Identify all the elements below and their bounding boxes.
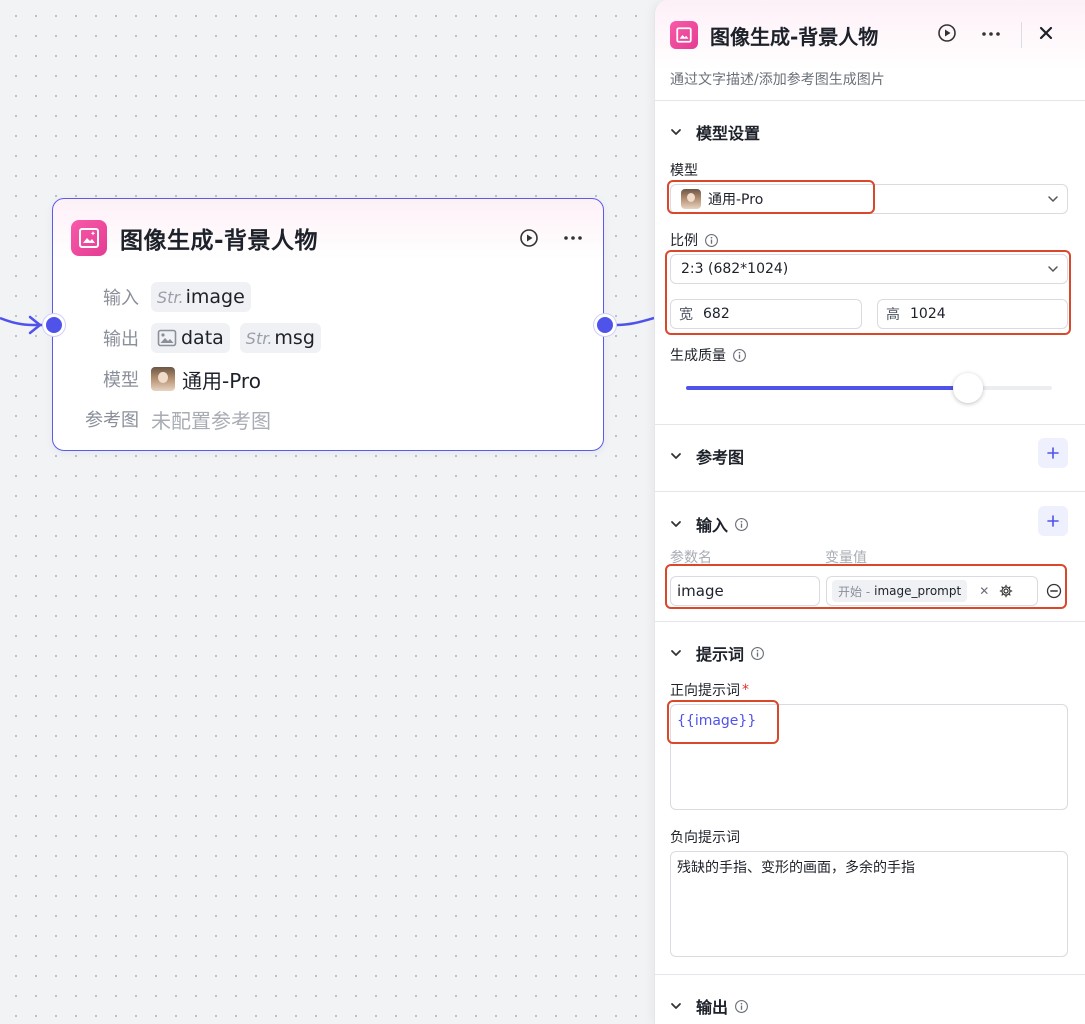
param-name-input[interactable]: image: [670, 576, 820, 606]
output-tag-msg: Str. msg: [239, 323, 321, 353]
node-output-row: 输出 data Str. msg: [73, 323, 331, 353]
negative-prompt-textarea[interactable]: 残缺的手指、变形的画面，多余的手指: [670, 851, 1068, 957]
height-input[interactable]: 高 1024: [877, 299, 1068, 329]
node-ref-label: 参考图: [85, 410, 139, 431]
quality-label: 生成质量: [670, 345, 747, 365]
image-generate-icon: [670, 21, 698, 49]
ratio-select[interactable]: 2:3 (682*1024): [670, 254, 1068, 284]
param-name-header: 参数名: [670, 550, 712, 566]
plus-icon: [1047, 447, 1059, 459]
chevron-down-icon: [671, 129, 681, 135]
variable-chip: 开始 - image_prompt: [832, 580, 968, 602]
negative-prompt-label: 负向提示词: [670, 830, 740, 846]
gear-icon[interactable]: [999, 584, 1013, 598]
model-avatar: [151, 367, 175, 391]
template-variable: {{image}}: [677, 713, 757, 729]
node-model-value: 通用-Pro: [182, 368, 261, 393]
quality-slider[interactable]: [686, 373, 1052, 403]
variable-value-header: 变量值: [825, 550, 867, 566]
image-generation-node[interactable]: 图像生成-背景人物 输入 Str. image 输出 data Str. msg…: [52, 198, 604, 451]
node-input-row: 输入 Str. image: [73, 282, 261, 312]
chevron-down-icon: [671, 1003, 681, 1009]
node-settings-panel: 图像生成-背景人物 通过文字描述/添加参考图生成图片 模型设置 模型 通用-Pr…: [654, 0, 1085, 1024]
node-model-row: 模型 通用-Pro: [73, 364, 261, 394]
required-mark: *: [742, 682, 749, 698]
section-divider: [655, 621, 1085, 622]
node-title: 图像生成-背景人物: [120, 228, 319, 254]
incoming-arrow: [28, 315, 42, 335]
variable-value-field[interactable]: 开始 - image_prompt ✕: [826, 576, 1038, 606]
info-icon[interactable]: [734, 999, 749, 1014]
section-inputs[interactable]: 输入: [670, 512, 749, 536]
run-icon[interactable]: [517, 226, 541, 250]
model-avatar: [681, 189, 701, 209]
section-divider: [655, 100, 1085, 101]
info-icon[interactable]: [704, 233, 719, 248]
section-divider: [655, 424, 1085, 425]
node-output-label: 输出: [103, 329, 139, 350]
panel-title: 图像生成-背景人物: [710, 25, 879, 49]
node-header: 图像生成-背景人物: [71, 219, 585, 257]
chevron-down-icon: [671, 650, 681, 656]
section-divider: [655, 491, 1085, 492]
more-icon[interactable]: [561, 226, 585, 250]
plus-icon: [1047, 515, 1059, 527]
output-port[interactable]: [594, 314, 616, 336]
chevron-down-icon: [671, 453, 681, 459]
chevron-down-icon: [671, 521, 681, 527]
str-type-label: Str.: [157, 287, 184, 307]
positive-prompt-label: 正向提示词 *: [670, 682, 749, 699]
section-reference[interactable]: 参考图: [670, 444, 744, 468]
image-generate-icon: [71, 220, 107, 256]
info-icon[interactable]: [734, 517, 749, 532]
quality-slider-fill: [686, 386, 968, 390]
node-ref-value: 未配置参考图: [151, 408, 271, 433]
more-icon[interactable]: [981, 22, 1001, 50]
section-model-settings[interactable]: 模型设置: [670, 120, 760, 144]
input-tag-image: Str. image: [151, 282, 251, 312]
add-input-button[interactable]: [1038, 506, 1068, 536]
str-type-label: Str.: [245, 328, 273, 348]
run-icon[interactable]: [937, 23, 957, 47]
image-type-icon: [157, 329, 177, 347]
model-select[interactable]: 通用-Pro: [670, 184, 1068, 214]
model-label: 模型: [670, 163, 698, 179]
output-tag-data: data: [151, 323, 230, 353]
info-icon[interactable]: [732, 348, 747, 363]
node-ref-row: 参考图 未配置参考图: [73, 404, 271, 434]
info-icon[interactable]: [750, 646, 765, 661]
ratio-label: 比例: [670, 230, 719, 250]
close-icon[interactable]: [1036, 23, 1056, 47]
section-output[interactable]: 输出: [670, 994, 749, 1018]
input-port[interactable]: [43, 314, 65, 336]
incoming-edge: [0, 316, 45, 327]
section-divider: [655, 974, 1085, 975]
section-prompt[interactable]: 提示词: [670, 641, 765, 665]
width-input[interactable]: 宽 682: [670, 299, 862, 329]
chevron-down-icon: [1048, 196, 1058, 203]
add-reference-button[interactable]: [1038, 438, 1068, 468]
positive-prompt-textarea[interactable]: {{image}}: [670, 704, 1068, 810]
node-model-label: 模型: [103, 370, 139, 391]
node-input-label: 输入: [103, 288, 139, 309]
panel-description: 通过文字描述/添加参考图生成图片: [670, 72, 885, 88]
remove-variable-icon[interactable]: ✕: [979, 584, 989, 598]
header-divider: [1021, 22, 1022, 48]
quality-slider-thumb[interactable]: [952, 373, 983, 403]
remove-row-icon[interactable]: [1046, 583, 1062, 599]
outgoing-edge: [615, 316, 655, 327]
chevron-down-icon: [1048, 266, 1058, 273]
